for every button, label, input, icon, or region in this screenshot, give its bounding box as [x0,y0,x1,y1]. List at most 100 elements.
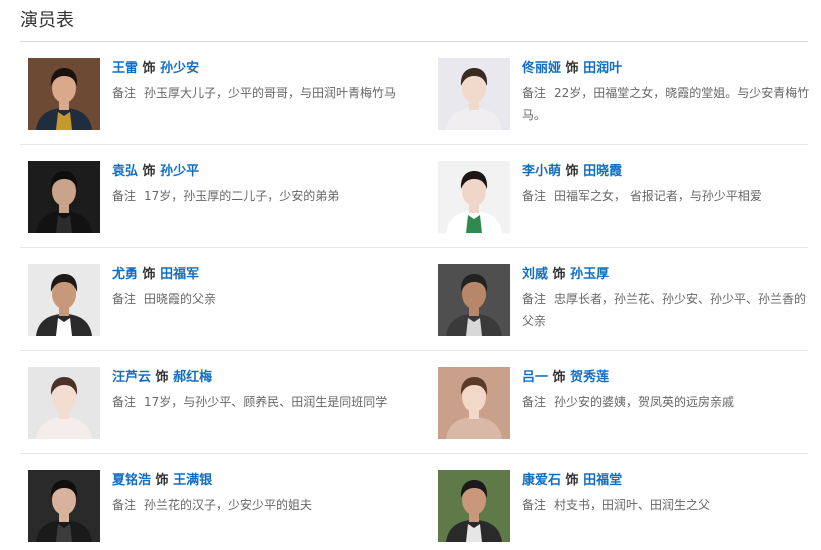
page-title: 演员表 [20,10,74,31]
actor-photo[interactable] [438,367,510,439]
cast-note: 备注 17岁，孙玉厚的二儿子，少安的弟弟 [112,185,408,207]
actor-photo[interactable] [438,58,510,130]
actor-photo[interactable] [438,470,510,542]
cast-info: 刘威 饰 孙玉厚 备注 忠厚长者，孙兰花、孙少安、孙少平、孙兰香的父亲 [522,264,818,332]
cast-name-line: 李小萌 饰 田晓霞 [522,162,818,182]
role-name-link[interactable]: 孙玉厚 [570,267,609,282]
actor-name-link[interactable]: 夏铭浩 [112,473,151,488]
plays-label: 饰 [552,370,566,385]
cast-item: 袁弘 饰 孙少平 备注 17岁，孙玉厚的二儿子，少安的弟弟 [28,161,408,241]
plays-label: 饰 [565,164,579,179]
cast-item: 佟丽娅 饰 田润叶 备注 22岁，田福堂之女，晓霞的堂姐。与少安青梅竹马。 [438,58,818,138]
plays-label: 饰 [565,473,579,488]
note-text: 22岁，田福堂之女，晓霞的堂姐。与少安青梅竹马。 [522,86,810,122]
role-name-link[interactable]: 田润叶 [583,61,622,76]
plays-label: 饰 [142,267,156,282]
note-label: 备注 [522,395,547,409]
role-name-link[interactable]: 田福堂 [583,473,622,488]
cast-name-line: 汪芦云 饰 郝红梅 [112,368,408,388]
cast-note: 备注 村支书，田润叶、田润生之父 [522,494,818,516]
note-label: 备注 [112,86,137,100]
role-name-link[interactable]: 郝红梅 [173,370,212,385]
note-text: 孙兰花的汉子，少安少平的姐夫 [144,498,313,512]
note-text: 孙少安的婆姨，贺凤英的远房亲戚 [554,395,735,409]
note-text: 田福军之女， 省报记者，与孙少平相爱 [554,189,762,203]
cast-info: 吕一 饰 贺秀莲 备注 孙少安的婆姨，贺凤英的远房亲戚 [522,367,818,413]
actor-name-link[interactable]: 尤勇 [112,267,138,282]
title-divider [20,41,808,42]
plays-label: 饰 [565,61,579,76]
cast-note: 备注 22岁，田福堂之女，晓霞的堂姐。与少安青梅竹马。 [522,82,818,126]
note-label: 备注 [112,498,137,512]
note-text: 田晓霞的父亲 [144,292,217,306]
actor-photo[interactable] [28,161,100,233]
actor-photo[interactable] [438,264,510,336]
actor-name-link[interactable]: 佟丽娅 [522,61,561,76]
plays-label: 饰 [155,473,169,488]
cast-note: 备注 17岁，与孙少平、顾养民、田润生是同班同学 [112,391,408,413]
cast-note: 备注 田晓霞的父亲 [112,288,408,310]
note-label: 备注 [112,395,137,409]
note-label: 备注 [522,498,547,512]
note-text: 忠厚长者，孙兰花、孙少安、孙少平、孙兰香的父亲 [522,292,807,328]
plays-label: 饰 [142,61,156,76]
actor-name-link[interactable]: 袁弘 [112,164,138,179]
role-name-link[interactable]: 田晓霞 [583,164,622,179]
cast-note: 备注 孙少安的婆姨，贺凤英的远房亲戚 [522,391,818,413]
cast-info: 康爱石 饰 田福堂 备注 村支书，田润叶、田润生之父 [522,470,818,516]
actor-photo[interactable] [28,367,100,439]
role-name-link[interactable]: 孙少平 [160,164,199,179]
actor-photo[interactable] [438,161,510,233]
cast-info: 王雷 饰 孙少安 备注 孙玉厚大儿子，少平的哥哥，与田润叶青梅竹马 [112,58,408,104]
actor-name-link[interactable]: 李小萌 [522,164,561,179]
row-divider [20,350,808,351]
cast-info: 汪芦云 饰 郝红梅 备注 17岁，与孙少平、顾养民、田润生是同班同学 [112,367,408,413]
note-label: 备注 [522,292,547,306]
role-name-link[interactable]: 贺秀莲 [570,370,609,385]
note-text: 17岁，孙玉厚的二儿子，少安的弟弟 [144,189,340,203]
actor-photo[interactable] [28,58,100,130]
cast-item: 吕一 饰 贺秀莲 备注 孙少安的婆姨，贺凤英的远房亲戚 [438,367,818,447]
note-text: 孙玉厚大儿子，少平的哥哥，与田润叶青梅竹马 [144,86,397,100]
cast-note: 备注 孙兰花的汉子，少安少平的姐夫 [112,494,408,516]
row-divider [20,453,808,454]
plays-label: 饰 [142,164,156,179]
cast-item: 刘威 饰 孙玉厚 备注 忠厚长者，孙兰花、孙少安、孙少平、孙兰香的父亲 [438,264,818,344]
role-name-link[interactable]: 孙少安 [160,61,199,76]
role-name-link[interactable]: 田福军 [160,267,199,282]
cast-item: 王雷 饰 孙少安 备注 孙玉厚大儿子，少平的哥哥，与田润叶青梅竹马 [28,58,408,138]
cast-name-line: 康爱石 饰 田福堂 [522,471,818,491]
cast-info: 李小萌 饰 田晓霞 备注 田福军之女， 省报记者，与孙少平相爱 [522,161,818,207]
cast-item: 夏铭浩 饰 王满银 备注 孙兰花的汉子，少安少平的姐夫 [28,470,408,550]
plays-label: 饰 [155,370,169,385]
cast-item: 尤勇 饰 田福军 备注 田晓霞的父亲 [28,264,408,344]
cast-note: 备注 孙玉厚大儿子，少平的哥哥，与田润叶青梅竹马 [112,82,408,104]
role-name-link[interactable]: 王满银 [173,473,212,488]
row-divider [20,247,808,248]
cast-item: 汪芦云 饰 郝红梅 备注 17岁，与孙少平、顾养民、田润生是同班同学 [28,367,408,447]
row-divider [20,144,808,145]
cast-name-line: 佟丽娅 饰 田润叶 [522,59,818,79]
actor-name-link[interactable]: 康爱石 [522,473,561,488]
cast-note: 备注 忠厚长者，孙兰花、孙少安、孙少平、孙兰香的父亲 [522,288,818,332]
actor-photo[interactable] [28,470,100,542]
cast-name-line: 吕一 饰 贺秀莲 [522,368,818,388]
actor-photo[interactable] [28,264,100,336]
note-text: 村支书，田润叶、田润生之父 [554,498,711,512]
note-label: 备注 [522,189,547,203]
actor-name-link[interactable]: 刘威 [522,267,548,282]
cast-name-line: 尤勇 饰 田福军 [112,265,408,285]
cast-info: 尤勇 饰 田福军 备注 田晓霞的父亲 [112,264,408,310]
cast-note: 备注 田福军之女， 省报记者，与孙少平相爱 [522,185,818,207]
cast-name-line: 王雷 饰 孙少安 [112,59,408,79]
cast-name-line: 袁弘 饰 孙少平 [112,162,408,182]
cast-item: 康爱石 饰 田福堂 备注 村支书，田润叶、田润生之父 [438,470,818,550]
actor-name-link[interactable]: 吕一 [522,370,548,385]
cast-name-line: 夏铭浩 饰 王满银 [112,471,408,491]
note-text: 17岁，与孙少平、顾养民、田润生是同班同学 [144,395,388,409]
cast-item: 李小萌 饰 田晓霞 备注 田福军之女， 省报记者，与孙少平相爱 [438,161,818,241]
actor-name-link[interactable]: 汪芦云 [112,370,151,385]
cast-info: 袁弘 饰 孙少平 备注 17岁，孙玉厚的二儿子，少安的弟弟 [112,161,408,207]
actor-name-link[interactable]: 王雷 [112,61,138,76]
note-label: 备注 [112,292,137,306]
